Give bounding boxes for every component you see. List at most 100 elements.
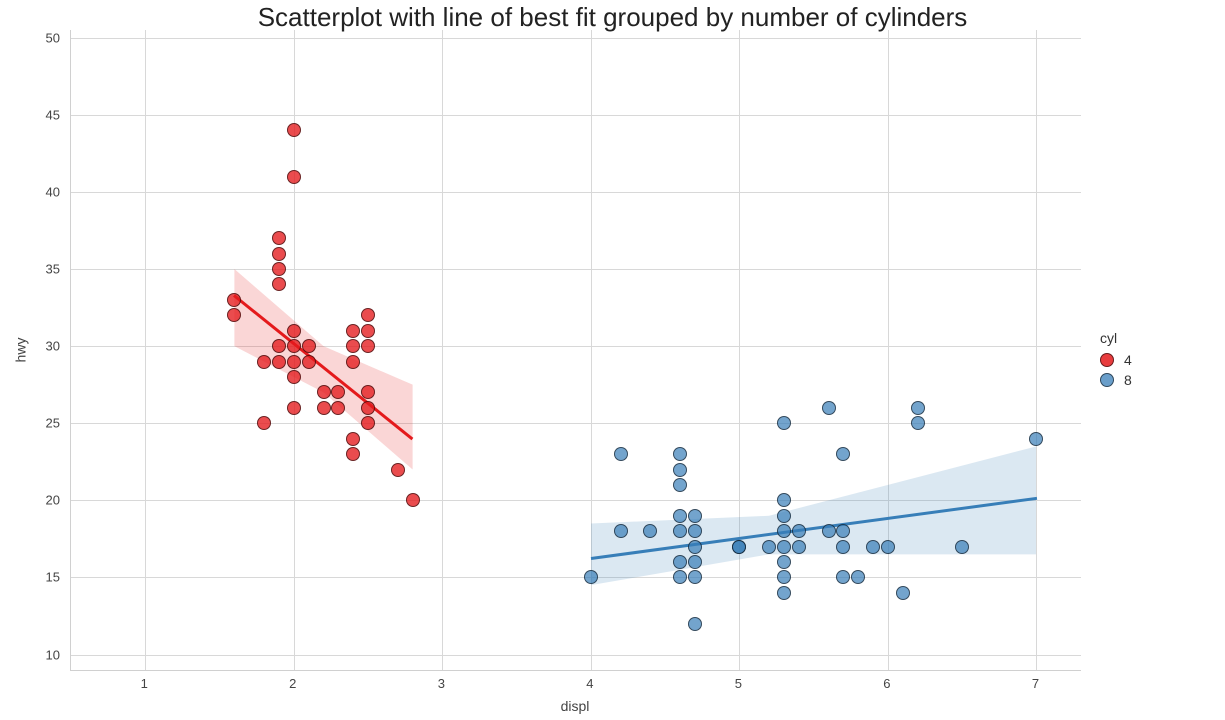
data-point (643, 524, 657, 538)
data-point (361, 324, 375, 338)
x-tick: 7 (1032, 676, 1039, 691)
data-point (673, 447, 687, 461)
y-tick: 50 (0, 30, 60, 45)
data-point (1029, 432, 1043, 446)
data-point (346, 324, 360, 338)
data-point (822, 401, 836, 415)
data-point (614, 524, 628, 538)
x-tick: 5 (735, 676, 742, 691)
data-point (777, 524, 791, 538)
data-point (257, 416, 271, 430)
data-point (272, 262, 286, 276)
data-point (361, 416, 375, 430)
data-point (287, 370, 301, 384)
legend: cyl 4 8 (1100, 330, 1132, 392)
data-point (673, 570, 687, 584)
chart-title: Scatterplot with line of best fit groupe… (0, 2, 1225, 33)
x-tick: 1 (141, 676, 148, 691)
data-point (836, 524, 850, 538)
data-point (836, 447, 850, 461)
data-point (688, 540, 702, 554)
y-tick: 20 (0, 493, 60, 508)
data-point (777, 540, 791, 554)
data-point (287, 401, 301, 415)
data-point (257, 355, 271, 369)
data-point (614, 447, 628, 461)
data-point (272, 339, 286, 353)
plot-area (70, 30, 1081, 671)
x-tick: 4 (586, 676, 593, 691)
data-point (287, 170, 301, 184)
legend-swatch-red (1100, 353, 1114, 367)
data-point (673, 509, 687, 523)
data-point (836, 540, 850, 554)
data-point (317, 401, 331, 415)
y-tick: 45 (0, 107, 60, 122)
legend-title: cyl (1100, 330, 1132, 346)
data-point (777, 416, 791, 430)
data-point (851, 570, 865, 584)
data-point (287, 355, 301, 369)
data-point (688, 617, 702, 631)
legend-item-4: 4 (1100, 352, 1132, 368)
data-point (331, 385, 345, 399)
data-point (361, 401, 375, 415)
data-point (822, 524, 836, 538)
data-point (346, 355, 360, 369)
data-point (792, 524, 806, 538)
data-point (391, 463, 405, 477)
y-tick: 40 (0, 184, 60, 199)
data-point (331, 401, 345, 415)
data-point (361, 308, 375, 322)
data-point (836, 570, 850, 584)
data-point (272, 247, 286, 261)
data-point (287, 339, 301, 353)
legend-label: 4 (1124, 352, 1132, 368)
y-tick: 35 (0, 262, 60, 277)
y-tick: 30 (0, 339, 60, 354)
x-tick: 6 (883, 676, 890, 691)
data-point (777, 570, 791, 584)
data-point (866, 540, 880, 554)
data-point (955, 540, 969, 554)
data-point (792, 540, 806, 554)
data-point (302, 339, 316, 353)
data-point (777, 555, 791, 569)
data-point (272, 231, 286, 245)
legend-swatch-blue (1100, 373, 1114, 387)
data-point (227, 308, 241, 322)
data-point (777, 586, 791, 600)
data-point (911, 416, 925, 430)
data-point (361, 385, 375, 399)
data-point (777, 509, 791, 523)
data-point (688, 555, 702, 569)
legend-label: 8 (1124, 372, 1132, 388)
data-point (302, 355, 316, 369)
x-tick: 3 (438, 676, 445, 691)
confidence-band (591, 446, 1037, 585)
data-point (673, 524, 687, 538)
data-point (896, 586, 910, 600)
data-point (406, 493, 420, 507)
data-point (317, 385, 331, 399)
data-point (287, 123, 301, 137)
legend-item-8: 8 (1100, 372, 1132, 388)
data-point (346, 339, 360, 353)
data-point (673, 555, 687, 569)
x-axis-label: displ (70, 698, 1080, 714)
y-tick: 25 (0, 416, 60, 431)
data-point (287, 324, 301, 338)
y-tick: 10 (0, 647, 60, 662)
data-point (881, 540, 895, 554)
data-point (732, 540, 746, 554)
data-point (584, 570, 598, 584)
data-point (346, 447, 360, 461)
data-point (688, 570, 702, 584)
data-point (688, 509, 702, 523)
data-point (272, 355, 286, 369)
y-tick: 15 (0, 570, 60, 585)
data-point (272, 277, 286, 291)
data-point (346, 432, 360, 446)
data-point (777, 493, 791, 507)
data-point (688, 524, 702, 538)
